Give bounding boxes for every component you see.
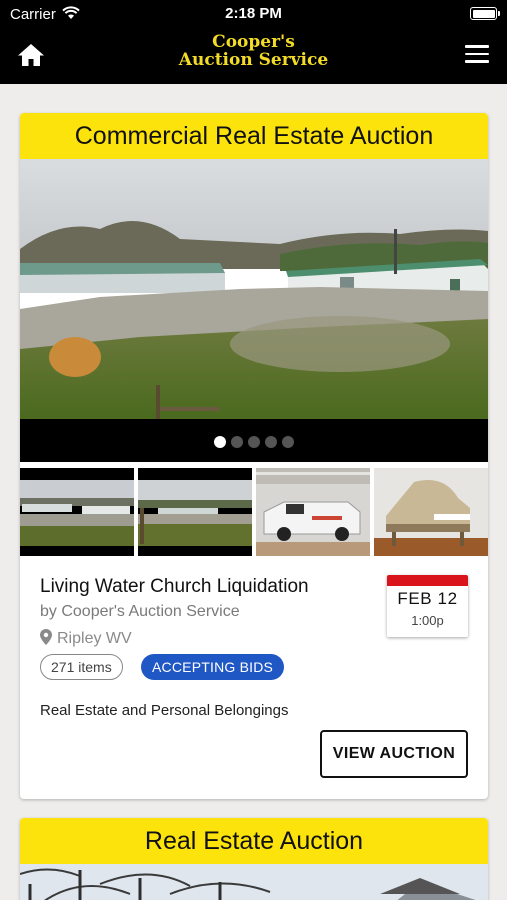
auction-location: Ripley WV: [40, 629, 132, 648]
carousel-dot[interactable]: [214, 436, 226, 448]
auction-details: Living Water Church Liquidation by Coope…: [20, 556, 488, 799]
auction-card[interactable]: Commercial Real Estate Auction Living Wa…: [20, 113, 488, 799]
auction-time: 1:00p: [411, 613, 444, 628]
auction-hero-image[interactable]: [20, 864, 488, 900]
app-header: Carrier 2:18 PM Cooper's Auction Service: [0, 0, 507, 84]
calendar-header: [387, 575, 468, 586]
thumbnail-lot-photo-2[interactable]: [138, 468, 252, 556]
auction-title[interactable]: Living Water Church Liquidation: [40, 576, 309, 598]
thumbnail-lot-photo-3[interactable]: [256, 468, 370, 556]
carousel-dot[interactable]: [282, 436, 294, 448]
auction-date-badge: FEB 12 1:00p: [387, 575, 468, 637]
thumbnail-lot-photo-4[interactable]: [374, 468, 488, 556]
view-auction-button[interactable]: VIEW AUCTION: [320, 730, 468, 778]
status-time: 2:18 PM: [225, 5, 282, 22]
logo-line-2: Auction Service: [178, 50, 329, 70]
auction-hero-image[interactable]: [20, 159, 488, 419]
carousel-dot[interactable]: [231, 436, 243, 448]
location-text: Ripley WV: [57, 630, 132, 647]
status-bar: Carrier 2:18 PM: [0, 0, 507, 28]
carousel-indicator-bar: [20, 419, 488, 462]
carousel-dots: [20, 436, 488, 448]
status-badge: ACCEPTING BIDS: [141, 654, 285, 680]
auction-card[interactable]: Real Estate Auction: [20, 818, 488, 900]
thumbnail-strip: [20, 468, 488, 556]
auction-description: Real Estate and Personal Belongings: [40, 702, 289, 719]
item-count-badge: 271 items: [40, 654, 123, 680]
auction-byline: by Cooper's Auction Service: [40, 603, 240, 620]
carousel-dot[interactable]: [248, 436, 260, 448]
app-logo[interactable]: Cooper's Auction Service: [0, 33, 507, 69]
hamburger-menu-icon[interactable]: [465, 45, 489, 63]
location-pin-icon: [40, 629, 52, 645]
hero-photo: [20, 864, 488, 900]
hero-photo: [20, 159, 488, 419]
auction-date: FEB 12: [397, 589, 458, 608]
carousel-dot[interactable]: [265, 436, 277, 448]
auction-category-banner: Real Estate Auction: [20, 818, 488, 864]
logo-line-1: Cooper's: [212, 32, 295, 52]
battery-icon: [470, 7, 500, 20]
auction-category-banner: Commercial Real Estate Auction: [20, 113, 488, 159]
thumbnail-lot-photo-1[interactable]: [20, 468, 134, 556]
